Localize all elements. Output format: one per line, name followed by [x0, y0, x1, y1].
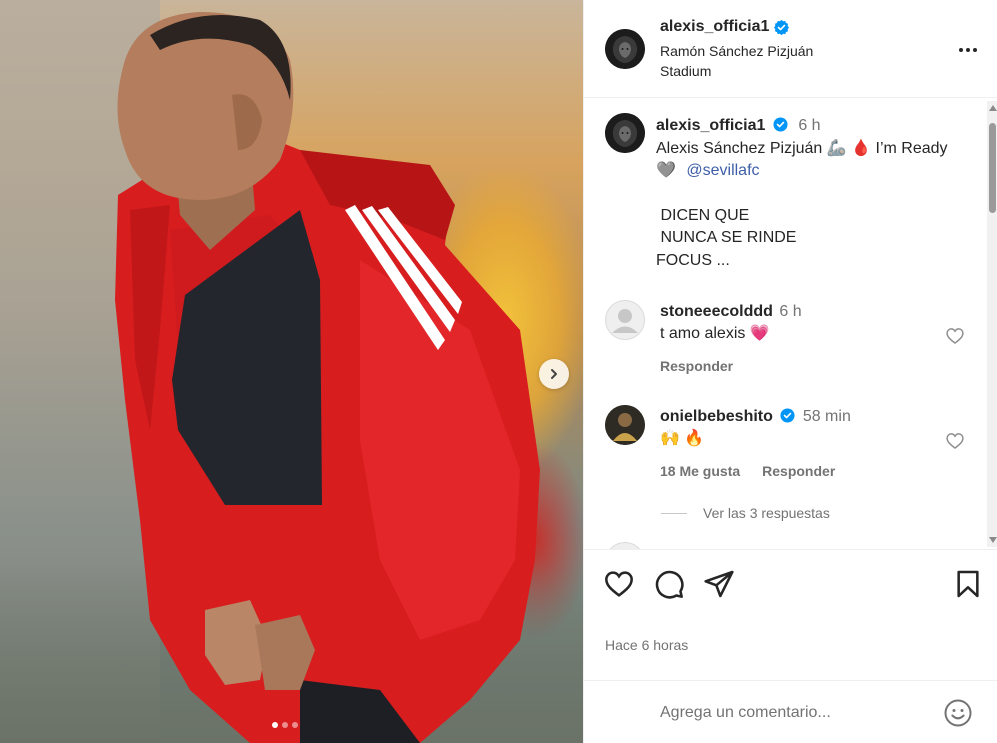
heart-icon[interactable] [603, 568, 635, 600]
comment-time[interactable]: 6 h [779, 303, 801, 320]
lion-logo-icon [605, 113, 645, 153]
more-dot-icon [966, 48, 970, 52]
default-avatar-icon [605, 300, 645, 340]
caption-line: Alexis Sánchez Pizjuán 🦾 🩸 I’m Ready [656, 139, 948, 157]
more-options-button[interactable] [954, 38, 982, 62]
author-username-row: alexis_officia1 [660, 18, 790, 36]
comment-like-heart-icon[interactable] [945, 326, 965, 346]
chevron-right-icon [551, 369, 557, 379]
profile-photo-icon [605, 405, 645, 445]
verified-badge-icon [780, 408, 795, 423]
comment-text: onielbebeshito 58 min 🙌 🔥 [660, 406, 940, 450]
post-media[interactable] [0, 0, 583, 743]
player-photo [115, 12, 540, 743]
commenter-username[interactable]: stoneeecolddd [660, 303, 773, 320]
caption-line: NUNCA SE RINDE [656, 229, 797, 246]
replies-divider [661, 512, 687, 514]
caption-username[interactable]: alexis_officia1 [656, 117, 765, 134]
bookmark-icon[interactable] [952, 568, 984, 600]
post-timestamp[interactable]: Hace 6 horas [605, 637, 688, 653]
carousel-dot [272, 722, 278, 728]
verified-badge-icon [774, 19, 790, 35]
emoji-icon[interactable] [943, 698, 973, 728]
share-icon[interactable] [703, 568, 735, 600]
carousel-next-button[interactable] [539, 359, 569, 389]
commenter-avatar[interactable] [605, 542, 645, 549]
comments-scrollbar[interactable] [987, 101, 997, 547]
caption-text: alexis_officia1 6 h Alexis Sánchez Pizju… [656, 115, 976, 272]
comment-text: stoneeecolddd 6 h t amo alexis 💗 [660, 301, 940, 345]
comment-meta: Responder [660, 358, 733, 374]
comments-list[interactable]: alexis_officia1 6 h Alexis Sánchez Pizju… [584, 99, 997, 549]
comment-likes-count[interactable]: 18 Me gusta [660, 463, 740, 479]
caption-emoji: 🩶 [656, 162, 676, 179]
post-side-panel: alexis_officia1 Ramón Sánchez Pizjuán St… [583, 0, 997, 743]
post-actions [584, 549, 997, 619]
scrollbar-thumb[interactable] [989, 123, 996, 213]
more-dot-icon [959, 48, 963, 52]
commenter-username[interactable]: onielbebeshito [660, 408, 773, 425]
author-username[interactable]: alexis_officia1 [660, 18, 769, 36]
comment-time[interactable]: 58 min [803, 408, 851, 425]
author-avatar[interactable] [605, 29, 645, 69]
scroll-up-icon[interactable] [989, 105, 997, 111]
reply-button[interactable]: Responder [762, 463, 835, 479]
carousel-dot [282, 722, 288, 728]
view-replies-button[interactable]: Ver las 3 respuestas [661, 505, 830, 521]
lion-logo-icon [605, 29, 645, 69]
comment-icon[interactable] [653, 568, 685, 600]
carousel-indicator [272, 722, 298, 728]
comment-body: 🙌 🔥 [660, 430, 705, 447]
comment-body: t amo alexis 💗 [660, 325, 770, 342]
reply-button[interactable]: Responder [660, 358, 733, 374]
comment-meta: 18 Me gusta Responder [660, 463, 835, 479]
post-header: alexis_officia1 Ramón Sánchez Pizjuán St… [584, 0, 997, 98]
caption-line: DICEN QUE [656, 206, 750, 224]
carousel-dot [292, 722, 298, 728]
commenter-avatar[interactable] [605, 405, 645, 445]
verified-badge-icon [773, 117, 788, 132]
more-dot-icon [973, 48, 977, 52]
add-comment-bar [584, 680, 997, 743]
commenter-avatar[interactable] [605, 300, 645, 340]
view-replies-label: Ver las 3 respuestas [703, 505, 830, 521]
comment-like-heart-icon[interactable] [945, 431, 965, 451]
post-location[interactable]: Ramón Sánchez Pizjuán Stadium [660, 41, 850, 81]
caption-time[interactable]: 6 h [798, 117, 820, 134]
comment-input[interactable] [660, 699, 930, 727]
caption-line: FOCUS ... [656, 251, 730, 269]
author-avatar[interactable] [605, 113, 645, 153]
scroll-down-icon[interactable] [989, 537, 997, 543]
caption-line: 🩶 @sevillafc [656, 160, 976, 183]
caption-header-line: alexis_officia1 6 h [656, 115, 976, 138]
caption-mention-link[interactable]: @sevillafc [686, 162, 759, 179]
